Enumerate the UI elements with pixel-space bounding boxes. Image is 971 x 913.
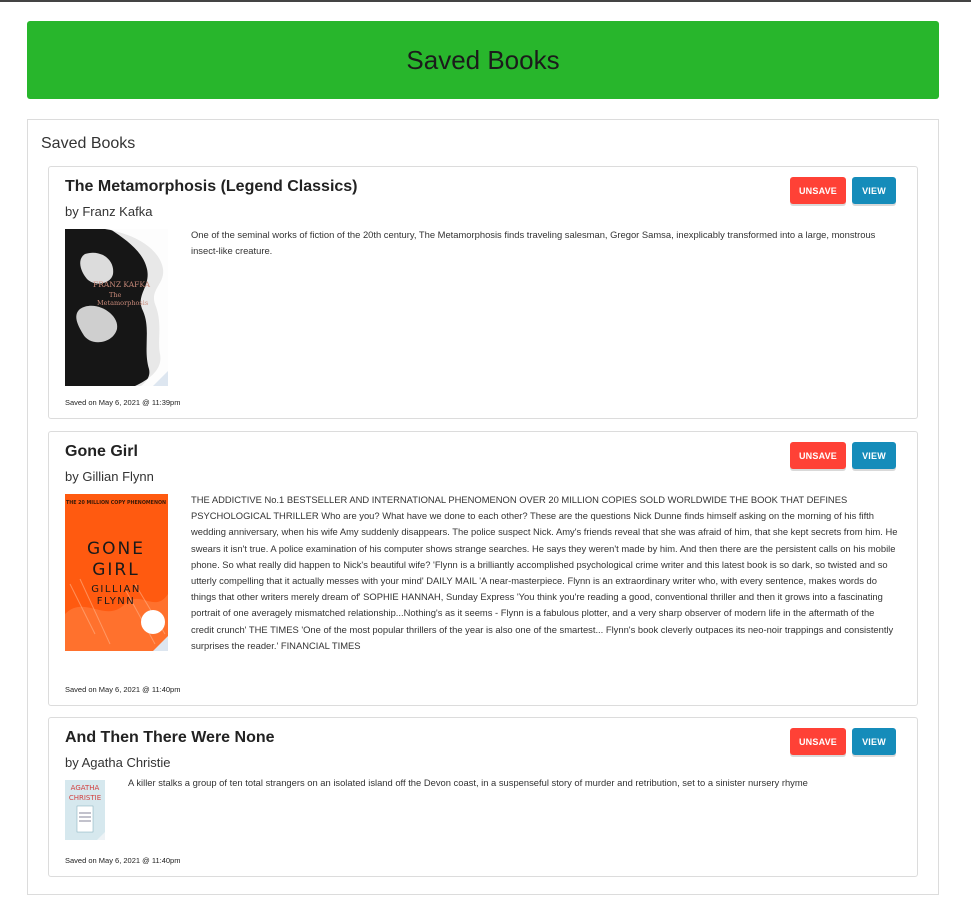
book-card: Gone Girl by Gillian Flynn UNSAVE VIEW T… <box>48 431 918 706</box>
view-button[interactable]: VIEW <box>852 442 896 469</box>
book-cover-image: FRANZ KAFKA The Metamorphosis <box>65 229 168 386</box>
svg-text:Metamorphosis: Metamorphosis <box>97 299 148 307</box>
page-title: Saved Books <box>406 44 560 75</box>
book-card: And Then There Were None by Agatha Chris… <box>48 717 918 877</box>
book-cover-art: AGATHA CHRISTIE <box>65 780 105 840</box>
book-cover-image: THE 20 MILLION COPY PHENOMENON GONE GIRL… <box>65 494 168 651</box>
book-cover-art: THE 20 MILLION COPY PHENOMENON GONE GIRL… <box>65 494 168 651</box>
book-description: One of the seminal works of fiction of t… <box>191 229 876 257</box>
book-description: THE ADDICTIVE No.1 BESTSELLER AND INTERN… <box>191 494 898 651</box>
book-author: by Franz Kafka <box>65 204 153 219</box>
saved-date: Saved on May 6, 2021 @ 11:40pm <box>65 856 181 865</box>
unsave-button[interactable]: UNSAVE <box>790 442 846 469</box>
book-card: The Metamorphosis (Legend Classics) by F… <box>48 166 918 419</box>
unsave-button[interactable]: UNSAVE <box>790 177 846 204</box>
svg-text:CHRISTIE: CHRISTIE <box>69 794 101 802</box>
svg-text:THE 20 MILLION COPY PHENOMENON: THE 20 MILLION COPY PHENOMENON <box>66 500 166 506</box>
book-title: And Then There Were None <box>65 729 275 746</box>
book-title: Gone Girl <box>65 443 138 460</box>
svg-text:GIRL: GIRL <box>92 560 139 580</box>
view-button[interactable]: VIEW <box>852 728 896 755</box>
book-author: by Agatha Christie <box>65 755 171 770</box>
panel-title: Saved Books <box>41 135 136 152</box>
book-description: A killer stalks a group of ten total str… <box>128 777 808 788</box>
book-title: The Metamorphosis (Legend Classics) <box>65 178 358 195</box>
svg-text:GONE: GONE <box>87 539 145 559</box>
svg-text:FLYNN: FLYNN <box>97 596 136 607</box>
svg-text:AGATHA: AGATHA <box>71 784 100 792</box>
book-author: by Gillian Flynn <box>65 469 154 484</box>
svg-text:GILLIAN: GILLIAN <box>91 584 141 595</box>
page-header-banner: Saved Books <box>27 21 939 99</box>
saved-books-panel: Saved Books The Metamorphosis (Legend Cl… <box>27 119 939 895</box>
view-button[interactable]: VIEW <box>852 177 896 204</box>
saved-date: Saved on May 6, 2021 @ 11:40pm <box>65 685 181 694</box>
book-cover-image: AGATHA CHRISTIE <box>65 780 105 840</box>
book-cover-art: FRANZ KAFKA The Metamorphosis <box>65 229 168 386</box>
unsave-button[interactable]: UNSAVE <box>790 728 846 755</box>
saved-date: Saved on May 6, 2021 @ 11:39pm <box>65 398 181 407</box>
svg-text:The: The <box>109 291 122 299</box>
svg-text:FRANZ KAFKA: FRANZ KAFKA <box>93 280 151 289</box>
